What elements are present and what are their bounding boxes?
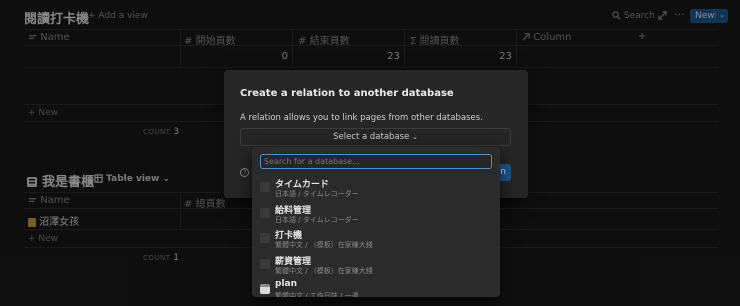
database-option[interactable]: タイムカード 日本語 / タイムレコーダー xyxy=(252,176,500,202)
database-option[interactable]: 薪資管理 繁體中文 / （模板）在家賺大錢 xyxy=(252,253,500,279)
database-icon xyxy=(260,258,270,269)
database-option[interactable]: 打卡機 繁體中文 / （模板）在家賺大錢 xyxy=(252,227,500,253)
select-database-button[interactable]: Select a database ⌄ xyxy=(240,128,511,146)
calendar-icon xyxy=(260,284,270,294)
database-option-name: plan xyxy=(275,279,298,289)
modal-description: A relation allows you to link pages from… xyxy=(240,113,483,123)
confirm-button-label: n xyxy=(500,167,506,177)
help-icon[interactable]: ? xyxy=(240,168,249,177)
database-option-path: 繁體中文 / （模板）在家賺大錢 xyxy=(275,266,373,275)
database-option[interactable]: 給料管理 日本語 / タイムレコーダー xyxy=(252,202,500,228)
select-database-label: Select a database xyxy=(333,132,410,142)
database-search-input[interactable] xyxy=(260,154,492,169)
database-option-path: 日本語 / タイムレコーダー xyxy=(275,190,359,198)
database-dropdown: タイムカード日本語 / タイムレコーダー給料管理日本語 / タイムレコーダー打卡… xyxy=(252,147,500,297)
app-window: 閱讀打卡機 + Add a view Search ··· New ⌄ Name… xyxy=(0,0,740,306)
database-icon xyxy=(260,233,270,243)
modal-title: Create a relation to another database xyxy=(240,88,454,99)
database-option[interactable]: plan 繁體中文 / 工作日誌 / 一週 xyxy=(252,278,500,297)
database-icon xyxy=(260,207,270,218)
chevron-down-icon: ⌄ xyxy=(412,133,418,141)
database-option-path: 繁體中文 / 工作日誌 / 一週 xyxy=(275,292,359,297)
database-icon xyxy=(260,182,270,192)
database-option-path: 日本語 / タイムレコーダー xyxy=(275,215,359,224)
database-option-path: 繁體中文 / （模板）在家賺大錢 xyxy=(275,241,373,249)
